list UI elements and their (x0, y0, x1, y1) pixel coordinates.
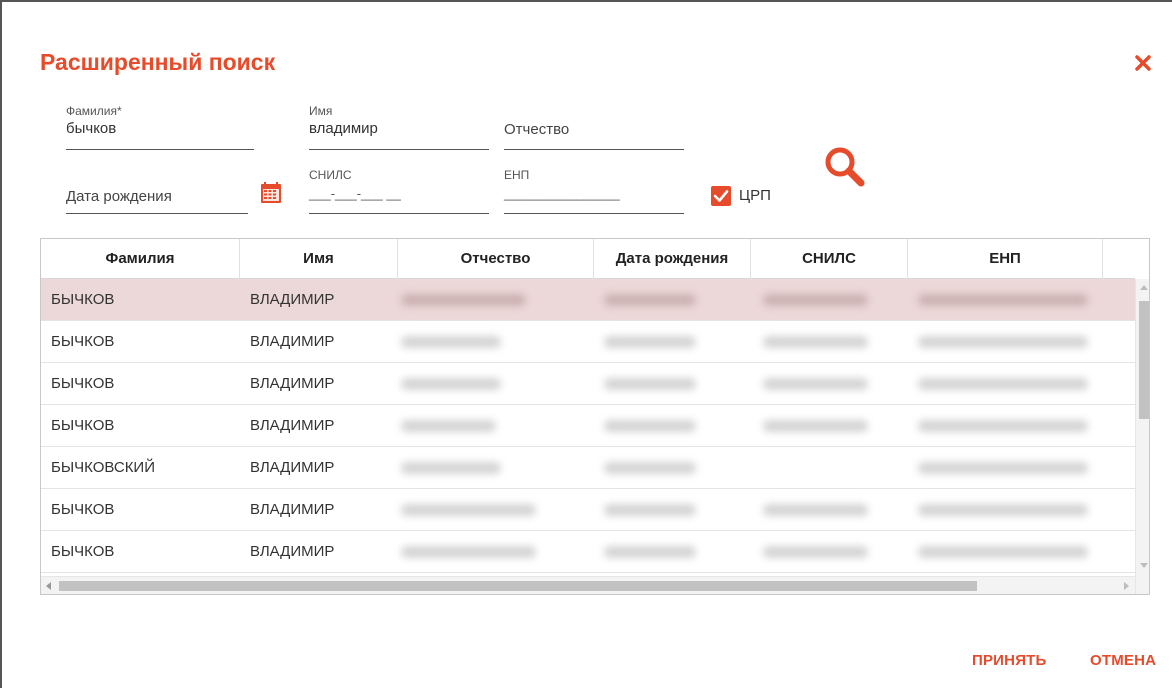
dialog-title: Расширенный поиск (40, 49, 276, 75)
cell-enp-redacted (918, 378, 1088, 390)
results-grid: Фамилия Имя Отчество Дата рождения СНИЛС… (40, 238, 1150, 595)
accept-button[interactable]: ПРИНЯТЬ (972, 652, 1047, 669)
horizontal-scroll-thumb[interactable] (59, 581, 977, 591)
surname-field[interactable]: Фамилия* бычков (66, 104, 254, 150)
close-icon[interactable] (1132, 52, 1154, 74)
cell-surname: БЫЧКОВ (51, 417, 115, 434)
cell-surname: БЫЧКОВ (51, 501, 115, 518)
enp-mask: ________________ (504, 186, 620, 201)
cell-enp-redacted (918, 420, 1088, 432)
surname-value: бычков (66, 120, 117, 137)
cell-birthdate-redacted (604, 378, 696, 390)
cell-patronymic-redacted (401, 378, 501, 390)
cell-enp-redacted (918, 462, 1088, 474)
enp-label: ЕНП (504, 168, 530, 182)
birthdate-placeholder: Дата рождения (66, 188, 172, 205)
cell-name: ВЛАДИМИР (250, 459, 335, 476)
scroll-down-arrow-icon[interactable] (1140, 563, 1148, 568)
cancel-button[interactable]: ОТМЕНА (1090, 652, 1156, 669)
crp-label: ЦРП (739, 187, 771, 204)
cell-snils-redacted (763, 420, 868, 432)
cell-snils-redacted (763, 504, 868, 516)
cell-enp-redacted (918, 504, 1088, 516)
snils-mask: ___-___-___ __ (309, 186, 401, 201)
cell-name: ВЛАДИМИР (250, 333, 335, 350)
cell-patronymic-redacted (401, 462, 501, 474)
column-header-name[interactable]: Имя (240, 239, 398, 279)
cell-birthdate-redacted (604, 504, 696, 516)
cell-snils-redacted (763, 378, 868, 390)
cell-snils-redacted (763, 336, 868, 348)
cell-patronymic-redacted (401, 504, 536, 516)
cell-patronymic-redacted (401, 336, 501, 348)
scroll-left-arrow-icon[interactable] (46, 582, 51, 590)
column-header-enp[interactable]: ЕНП (908, 239, 1103, 279)
cell-surname: БЫЧКОВСКИЙ (51, 459, 155, 476)
cell-patronymic-redacted (401, 546, 536, 558)
snils-label: СНИЛС (309, 168, 352, 182)
snils-field[interactable]: СНИЛС ___-___-___ __ (309, 168, 489, 214)
table-row[interactable]: БЫЧКОВ ВЛАДИМИР (41, 531, 1135, 573)
cell-birthdate-redacted (604, 546, 696, 558)
table-row[interactable]: БЫЧКОВ ВЛАДИМИР (41, 279, 1135, 321)
table-row[interactable]: БЫЧКОВ ВЛАДИМИР (41, 489, 1135, 531)
cell-snils-redacted (763, 294, 868, 306)
column-header-snils[interactable]: СНИЛС (751, 239, 908, 279)
crp-checkbox[interactable] (711, 186, 731, 206)
table-row[interactable]: БЫЧКОВ ВЛАДИМИР (41, 321, 1135, 363)
column-header-patronymic[interactable]: Отчество (398, 239, 594, 279)
table-row[interactable]: БЫЧКОВ ВЛАДИМИР (41, 363, 1135, 405)
name-field[interactable]: Имя владимир (309, 104, 489, 150)
table-row[interactable]: БЫЧКОВ ВЛАДИМИР (41, 405, 1135, 447)
cell-name: ВЛАДИМИР (250, 501, 335, 518)
vertical-scroll-thumb[interactable] (1139, 301, 1149, 419)
cell-name: ВЛАДИМИР (250, 543, 335, 560)
cell-snils-redacted (763, 546, 868, 558)
horizontal-scrollbar[interactable] (41, 576, 1135, 594)
cell-surname: БЫЧКОВ (51, 291, 115, 308)
cell-surname: БЫЧКОВ (51, 375, 115, 392)
cell-surname: БЫЧКОВ (51, 333, 115, 350)
cell-name: ВЛАДИМИР (250, 291, 335, 308)
patronymic-placeholder: Отчество (504, 121, 570, 138)
cell-name: ВЛАДИМИР (250, 417, 335, 434)
name-value: владимир (309, 120, 378, 137)
cell-birthdate-redacted (604, 462, 696, 474)
cell-birthdate-redacted (604, 420, 696, 432)
enp-field[interactable]: ЕНП ________________ (504, 168, 684, 214)
cell-patronymic-redacted (401, 294, 526, 306)
cell-enp-redacted (918, 546, 1088, 558)
patronymic-field[interactable]: Отчество (504, 104, 684, 150)
cell-patronymic-redacted (401, 420, 496, 432)
surname-label: Фамилия* (66, 104, 122, 118)
cell-birthdate-redacted (604, 294, 696, 306)
grid-header: Фамилия Имя Отчество Дата рождения СНИЛС… (41, 239, 1135, 279)
cell-enp-redacted (918, 294, 1088, 306)
scroll-up-arrow-icon[interactable] (1140, 285, 1148, 290)
table-row[interactable]: БЫЧКОВСКИЙ ВЛАДИМИР (41, 447, 1135, 489)
calendar-icon[interactable] (260, 182, 282, 204)
cell-name: ВЛАДИМИР (250, 375, 335, 392)
cell-surname: БЫЧКОВ (51, 543, 115, 560)
checkbox-checked-icon (713, 190, 729, 202)
advanced-search-dialog: Расширенный поиск Фамилия* бычков Имя вл… (0, 0, 1172, 688)
column-header-birthdate[interactable]: Дата рождения (594, 239, 751, 279)
column-header-extra (1103, 239, 1135, 279)
scroll-right-arrow-icon[interactable] (1124, 582, 1129, 590)
cell-birthdate-redacted (604, 336, 696, 348)
name-label: Имя (309, 104, 333, 118)
birthdate-field[interactable]: Дата рождения (66, 174, 248, 214)
column-header-surname[interactable]: Фамилия (41, 239, 240, 279)
search-icon[interactable] (822, 144, 868, 190)
vertical-scrollbar[interactable] (1135, 279, 1149, 594)
cell-enp-redacted (918, 336, 1088, 348)
